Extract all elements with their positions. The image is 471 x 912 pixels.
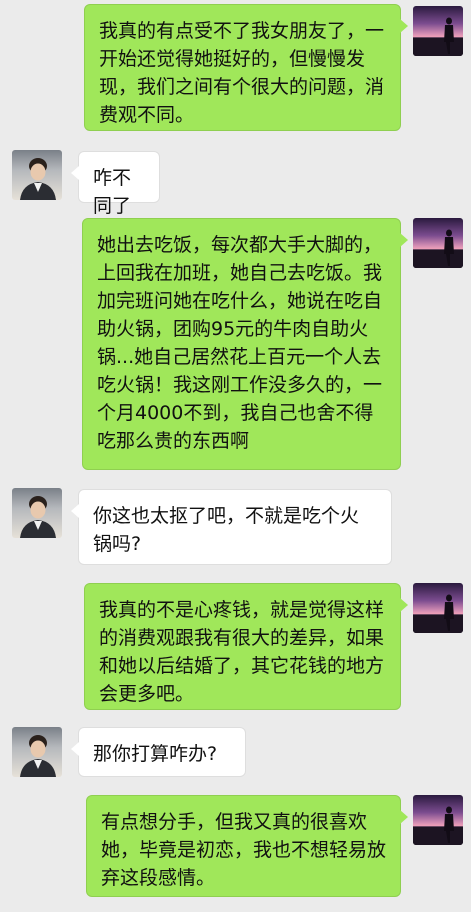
person-photo-icon [20, 735, 56, 777]
my-message-bubble[interactable]: 她出去吃饭，每次都大手大脚的，上回我在加班，她自己去吃饭。我加完班问她在吃什么，… [82, 218, 408, 470]
my-avatar[interactable] [413, 583, 463, 633]
friend-avatar[interactable] [12, 727, 62, 777]
my-avatar[interactable] [413, 795, 463, 845]
my-avatar[interactable] [413, 218, 463, 268]
silhouette-icon [413, 229, 463, 268]
my-avatar[interactable] [413, 6, 463, 56]
friend-message-bubble[interactable]: 那你打算咋办? [71, 727, 246, 777]
friend-message-bubble[interactable]: 咋不同了 [71, 151, 160, 217]
friend-avatar[interactable] [12, 488, 62, 538]
friend-avatar[interactable] [12, 150, 62, 200]
friend-message-bubble[interactable]: 你这也太抠了吧，不就是吃个火锅吗? [71, 489, 392, 565]
person-photo-icon [20, 496, 56, 538]
my-message-bubble[interactable]: 我真的有点受不了我女朋友了，一开始还觉得她挺好的，但慢慢发现，我们之间有个很大的… [84, 4, 408, 131]
my-message-bubble[interactable]: 我真的不是心疼钱，就是觉得这样的消费观跟我有很大的差异，如果和她以后结婚了，其它… [84, 583, 408, 710]
silhouette-icon [413, 594, 463, 633]
silhouette-icon [413, 17, 463, 56]
my-message-bubble[interactable]: 有点想分手，但我又真的很喜欢她，毕竟是初恋，我也不想轻易放弃这段感情。 [86, 795, 408, 897]
person-photo-icon [20, 158, 56, 200]
chat-message-list[interactable]: 我真的有点受不了我女朋友了，一开始还觉得她挺好的，但慢慢发现，我们之间有个很大的… [0, 0, 471, 912]
silhouette-icon [413, 806, 463, 845]
